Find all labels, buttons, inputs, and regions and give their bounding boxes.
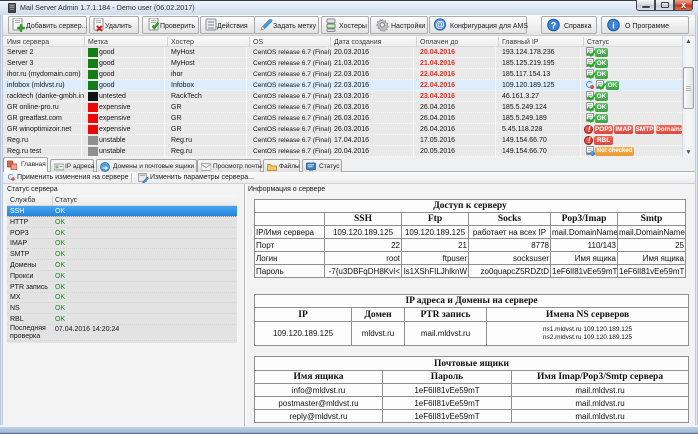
svg-text:@: @ xyxy=(436,20,445,30)
svg-text:i: i xyxy=(612,20,615,30)
svg-text:?: ? xyxy=(551,20,557,30)
